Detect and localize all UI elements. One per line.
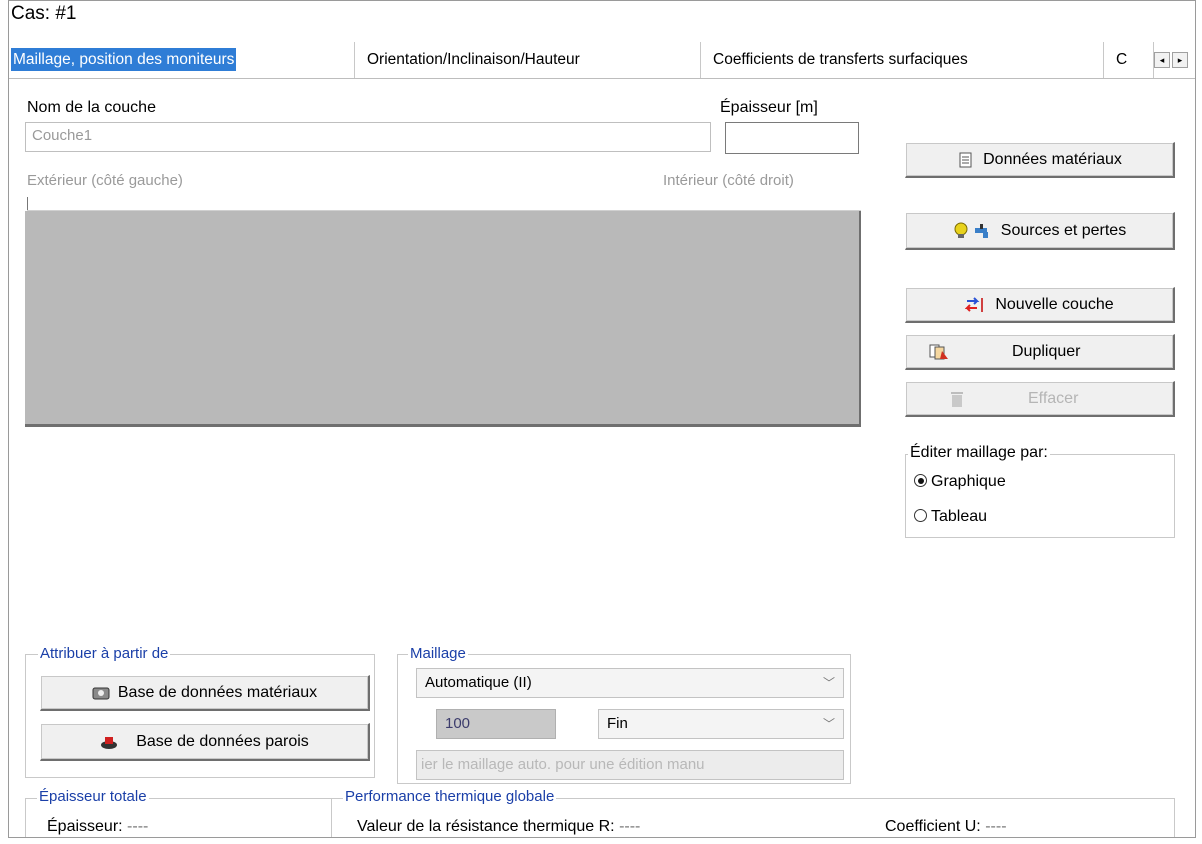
duplicate-icon [928,343,950,361]
edit-mesh-group: Éditer maillage par: Graphique Tableau [905,444,1175,538]
exterior-side-label: Extérieur (côté gauche) [27,172,183,189]
thermal-performance-title: Performance thermique globale [343,788,557,805]
u-coefficient-readout: Coefficient U: ---- [885,818,1007,836]
total-thickness-value: ---- [127,818,149,835]
mesh-title: Maillage [408,645,468,662]
radio-table[interactable]: Tableau [914,508,987,526]
manual-mesh-label: ier le maillage auto. pour une édition m… [421,756,705,773]
trash-icon [948,390,966,408]
total-thickness-title: Épaisseur totale [37,788,149,805]
tab-label: C [1116,51,1128,68]
r-value-readout: Valeur de la résistance thermique R: ---… [357,818,640,836]
radio-icon [914,509,927,522]
layer-graphic-panel[interactable] [25,211,861,427]
r-value: ---- [619,818,641,835]
new-layer-button[interactable]: Nouvelle couche [905,287,1175,323]
wall-database-button[interactable]: Base de données parois [40,723,370,761]
edit-mesh-title: Éditer maillage par: [908,444,1050,462]
tab-mesh-monitors[interactable]: Maillage, position des moniteurs [9,42,355,78]
mesh-fineness-dropdown[interactable]: Fin ﹀ [598,709,844,739]
interior-side-label: Intérieur (côté droit) [663,172,794,189]
wall-database-icon [100,733,118,751]
delete-button[interactable]: Effacer [905,381,1175,417]
sources-losses-label: Sources et pertes [1000,221,1127,239]
tab-surface-coefficients[interactable]: Coefficients de transferts surfaciques [701,42,1104,78]
chevron-down-icon: ﹀ [822,717,835,731]
tab-truncated[interactable]: C [1104,42,1154,78]
total-thickness-label: Épaisseur: [47,818,123,835]
tab-label: Maillage, position des moniteurs [11,48,237,71]
radio-graphic-label: Graphique [931,473,1006,490]
delete-label: Effacer [1028,389,1079,407]
total-thickness-readout: Épaisseur: ---- [47,818,148,836]
chevron-down-icon: ﹀ [822,676,835,690]
lightbulb-faucet-icon [953,222,993,240]
material-data-label: Données matériaux [983,150,1122,168]
radio-graphic[interactable]: Graphique [914,473,1006,491]
tab-label: Coefficients de transferts surfaciques [713,51,968,68]
radio-table-label: Tableau [931,508,988,525]
mesh-count-input[interactable]: 100 [436,709,556,739]
duplicate-button[interactable]: Dupliquer [905,334,1175,370]
radio-icon-selected [914,474,927,487]
tab-label: Orientation/Inclinaison/Hauteur [367,51,580,68]
r-value-label: Valeur de la résistance thermique R: [357,818,615,835]
u-coefficient-label: Coefficient U: [885,818,981,835]
thermal-performance-group: Performance thermique globale Valeur de … [331,788,1175,837]
total-thickness-group: Épaisseur totale Épaisseur: ---- [25,788,331,837]
layer-name-input[interactable]: Couche1 [25,122,711,152]
mesh-fineness-value: Fin [607,715,628,732]
u-coefficient-value: ---- [985,818,1007,835]
duplicate-label: Dupliquer [1012,342,1081,360]
material-database-button[interactable]: Base de données matériaux [40,675,370,711]
manual-mesh-button[interactable]: ier le maillage auto. pour une édition m… [416,750,844,780]
main-window: Cas: #1 Maillage, position des moniteurs… [8,0,1196,838]
tab-scroll-left-icon[interactable]: ◂ [1154,52,1170,68]
assign-from-title: Attribuer à partir de [38,645,171,662]
mesh-mode-dropdown[interactable]: Automatique (II) ﹀ [416,668,844,698]
thickness-label: Épaisseur [m] [720,99,818,116]
mesh-count-value: 100 [445,715,471,732]
material-database-label: Base de données matériaux [117,683,318,701]
material-data-button[interactable]: Données matériaux [905,142,1175,178]
tab-bar: Maillage, position des moniteurs Orienta… [9,40,1195,79]
case-title: Cas: #1 [11,3,77,24]
mesh-group: Maillage Automatique (II) ﹀ 100 Fin ﹀ ie… [397,645,851,784]
database-icon [92,684,110,702]
mesh-mode-value: Automatique (II) [425,674,532,691]
thickness-input[interactable] [725,122,859,154]
document-icon [957,151,975,169]
new-layer-label: Nouvelle couche [995,295,1114,313]
ruler-tick [27,197,28,211]
wall-database-label: Base de données parois [136,732,309,750]
tab-scroll-right-icon[interactable]: ▸ [1172,52,1188,68]
new-layer-icon [964,296,987,314]
assign-from-group: Attribuer à partir de Base de données ma… [25,645,375,778]
tab-orientation[interactable]: Orientation/Inclinaison/Hauteur [355,42,701,78]
sources-losses-button[interactable]: Sources et pertes [905,212,1175,250]
layer-name-label: Nom de la couche [27,99,156,116]
